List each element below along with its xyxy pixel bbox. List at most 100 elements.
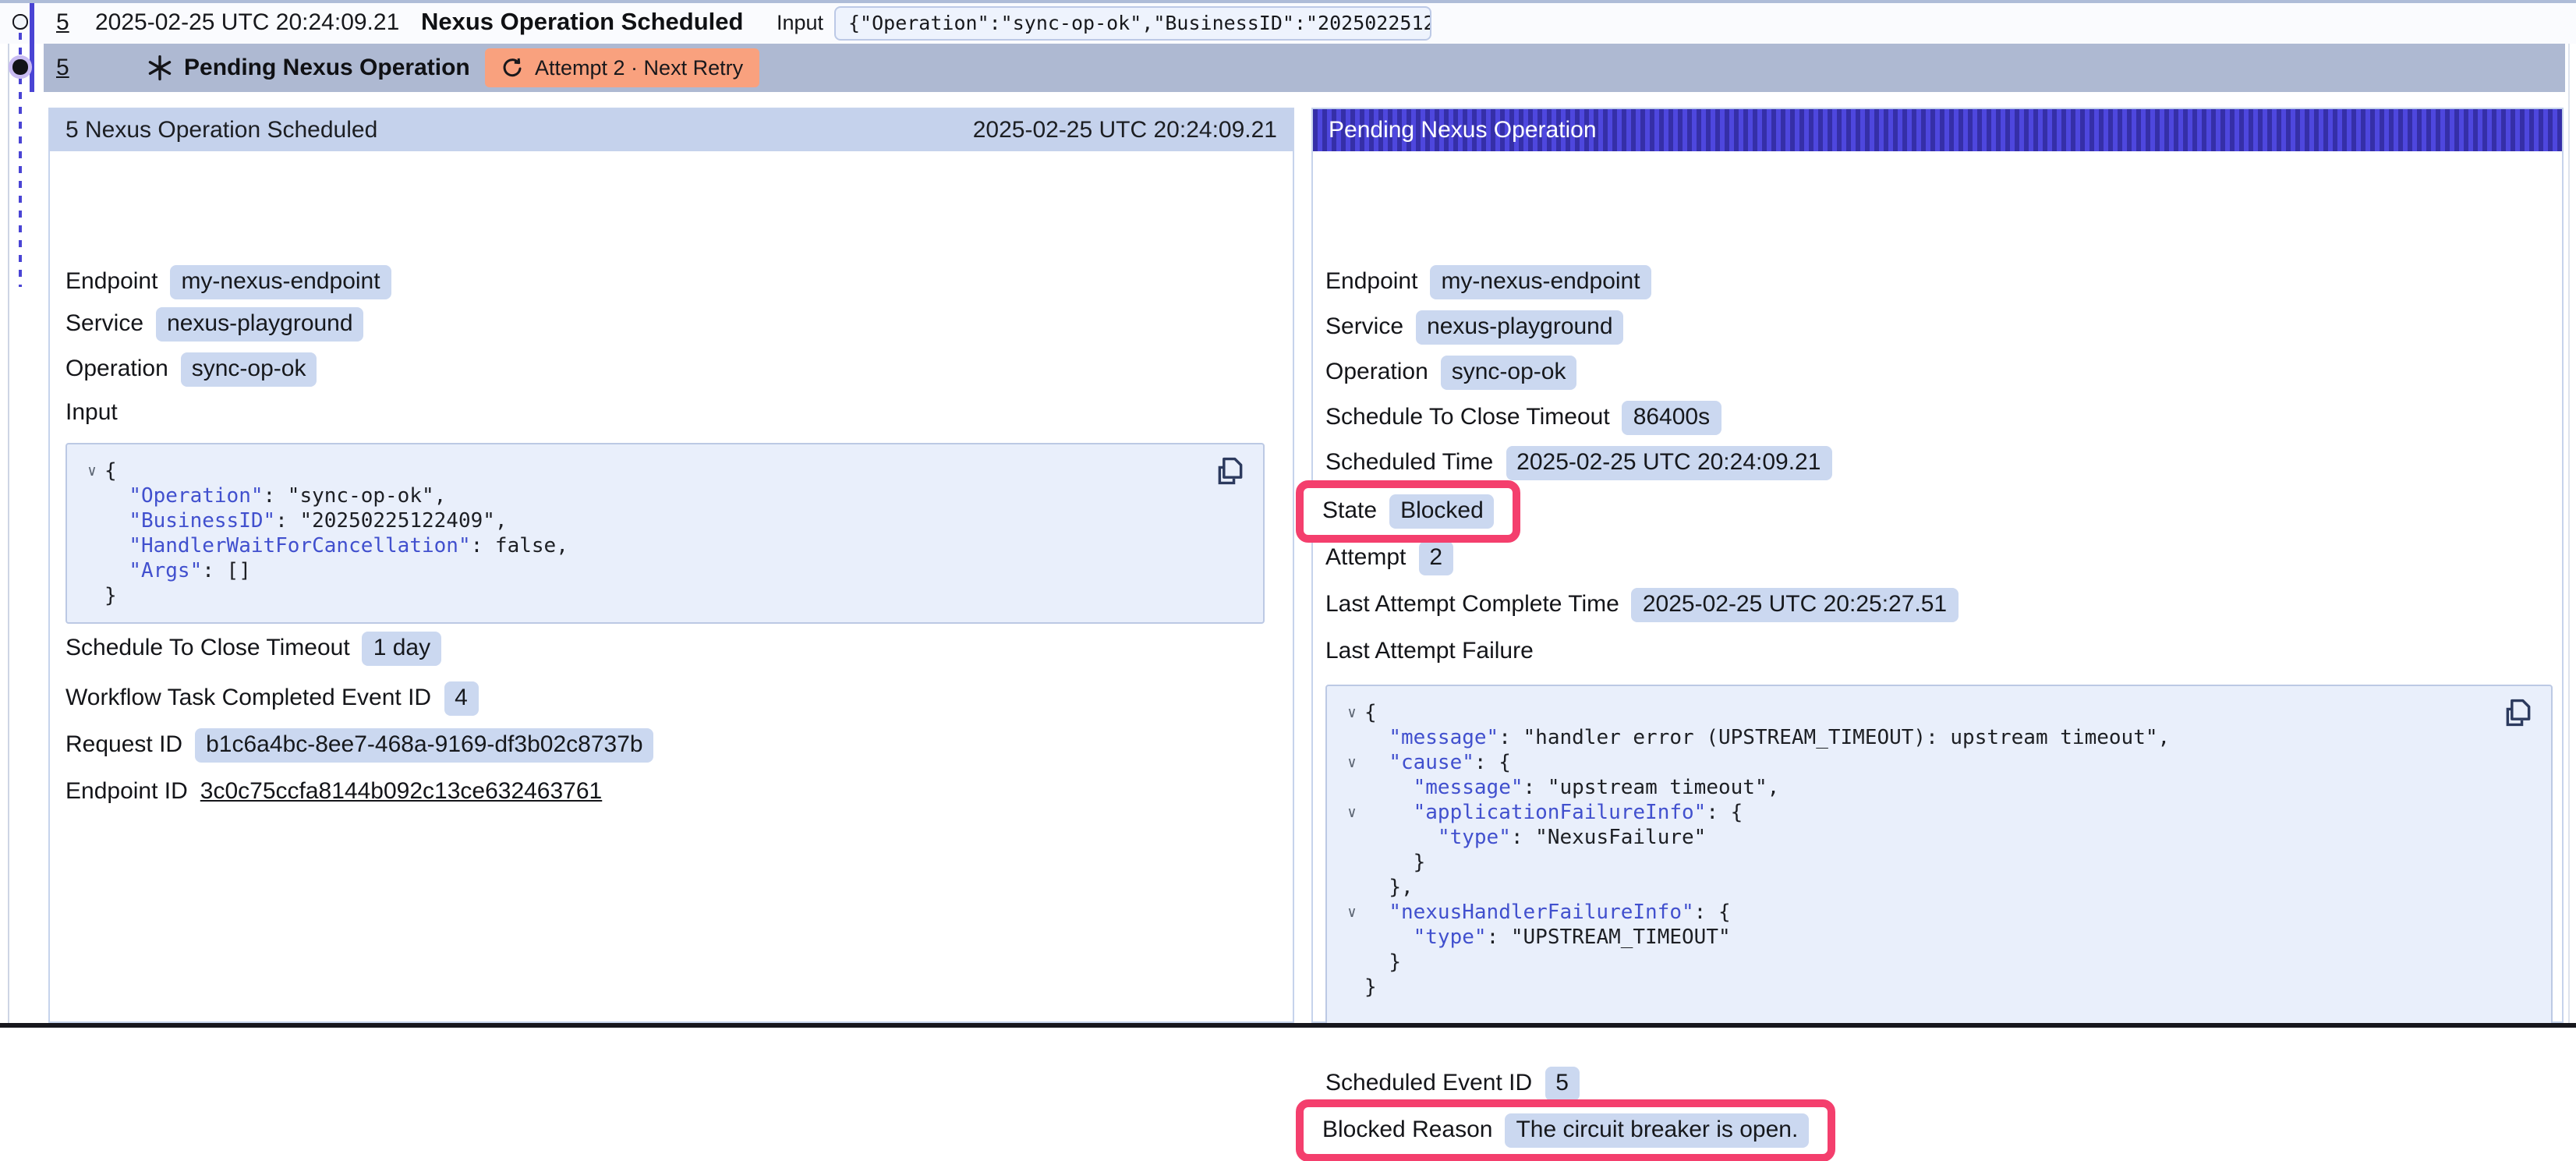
left-panel-title: 5 Nexus Operation Scheduled <box>65 117 377 143</box>
field-value-service: nexus-playground <box>1416 310 1624 344</box>
json-value: }, <box>1389 876 1413 901</box>
json-line: } <box>1339 950 2532 975</box>
json-key: "cause" <box>1389 751 1474 776</box>
json-line: "Args": [] <box>80 559 1244 584</box>
field-label-scheduled-time: Scheduled Time <box>1325 449 1493 476</box>
json-line: } <box>1339 851 2532 876</box>
timeline-left-border <box>7 2 9 1022</box>
json-line: "BusinessID": "20250225122409", <box>80 509 1244 534</box>
field-label-schedule-to-close-timeout: Schedule To Close Timeout <box>65 635 350 661</box>
json-gutter <box>80 534 104 559</box>
json-gutter <box>80 559 104 584</box>
json-key: "applicationFailureInfo" <box>1414 801 1707 826</box>
field-label-operation: Operation <box>65 356 168 382</box>
json-line: } <box>80 584 1244 609</box>
last-attempt-failure-label: Last Attempt Failure <box>1325 634 1534 668</box>
json-line: "message": "upstream timeout", <box>1339 776 2532 801</box>
json-key: "type" <box>1438 826 1511 851</box>
json-gutter <box>1339 851 1364 876</box>
json-gutter <box>1339 975 1364 1000</box>
json-value: : "UPSTREAM_TIMEOUT" <box>1487 926 1731 950</box>
field-label-blocked-reason: Blocked Reason <box>1322 1117 1492 1143</box>
field-row-last-attempt-complete-time: Last Attempt Complete Time2025-02-25 UTC… <box>1325 587 1958 621</box>
timeline-active-bar <box>29 2 34 92</box>
json-line: } <box>1339 975 2532 1000</box>
json-key: "nexusHandlerFailureInfo" <box>1389 901 1693 926</box>
json-line: ∨{ <box>80 459 1244 484</box>
field-label-endpoint: Endpoint <box>65 268 157 295</box>
pending-id: 5 <box>56 43 69 92</box>
field-value-endpoint: my-nexus-endpoint <box>170 264 391 299</box>
field-label-endpoint: Endpoint <box>1325 268 1417 295</box>
json-value: : { <box>1694 901 1731 926</box>
json-gutter <box>80 584 104 609</box>
collapse-chevron-icon[interactable]: ∨ <box>1339 901 1364 926</box>
json-line: ∨ "cause": { <box>1339 751 2532 776</box>
annotation-highlight-blocked-reason: Blocked Reason The circuit breaker is ope… <box>1296 1099 1835 1161</box>
field-row-request-id: Request IDb1c6a4bc-8ee7-468a-9169-df3b02… <box>65 727 654 762</box>
json-gutter <box>1339 826 1364 851</box>
field-value-request-id: b1c6a4bc-8ee7-468a-9169-df3b02c8737b <box>195 727 653 762</box>
timeline-pending-marker-icon <box>12 59 27 74</box>
field-label-attempt: Attempt <box>1325 544 1406 571</box>
json-value: : "NexusFailure" <box>1511 826 1706 851</box>
pending-asterisk-icon <box>147 55 173 81</box>
history-bottom-divider <box>0 1023 2576 1028</box>
copy-json-button[interactable] <box>1210 453 1251 494</box>
json-value: : "handler error (UPSTREAM_TIMEOUT): ups… <box>1499 726 2170 751</box>
collapse-chevron-icon[interactable]: ∨ <box>80 459 104 484</box>
json-value: } <box>1389 950 1401 975</box>
field-row-schedule-to-close-timeout: Schedule To Close Timeout86400s <box>1325 400 1721 434</box>
collapse-chevron-icon[interactable]: ∨ <box>1339 801 1364 826</box>
attempt-retry-badge: Attempt 2 · Next Retry <box>485 48 759 87</box>
input-preview-chip[interactable]: {"Operation":"sync-op-ok","BusinessID":"… <box>834 5 1431 40</box>
event-id-link[interactable]: 5 <box>56 9 69 36</box>
json-line: "type": "NexusFailure" <box>1339 826 2532 851</box>
input-section-label: Input <box>65 395 118 430</box>
field-row-scheduled-event-id: Scheduled Event ID5 <box>1325 1066 1580 1100</box>
event-input-label: Input <box>777 2 823 43</box>
field-value-blocked-reason: The circuit breaker is open. <box>1505 1113 1809 1147</box>
json-line: "message": "handler error (UPSTREAM_TIME… <box>1339 726 2532 751</box>
field-row-endpoint: Endpoint my-nexus-endpoint <box>65 264 391 299</box>
pending-panel-header: Pending Nexus Operation <box>1313 108 2562 151</box>
copy-icon <box>2503 697 2534 728</box>
left-panel-timestamp: 2025-02-25 UTC 20:24:09.21 <box>973 117 1277 143</box>
field-label-last-attempt-complete-time: Last Attempt Complete Time <box>1325 591 1619 618</box>
collapse-chevron-icon[interactable]: ∨ <box>1339 751 1364 776</box>
event-timestamp: 2025-02-25 UTC 20:24:09.21 <box>95 2 399 43</box>
temporal-event-history-view: 5 2025-02-25 UTC 20:24:09.21 Nexus Opera… <box>0 0 2576 1064</box>
field-row-operation: Operationsync-op-ok <box>65 352 317 386</box>
field-row-operation: Operationsync-op-ok <box>1325 355 1576 389</box>
field-value-schedule-to-close-timeout: 86400s <box>1622 400 1721 434</box>
retry-icon <box>501 56 524 80</box>
pending-title: Pending Nexus Operation <box>184 55 470 81</box>
field-value-workflow-task-completed-event-id: 4 <box>444 681 479 715</box>
json-value: : "sync-op-ok", <box>264 484 447 509</box>
pending-id-link[interactable]: 5 <box>56 55 69 81</box>
field-row-blocked-reason: Blocked Reason The circuit breaker is ope… <box>1322 1113 1809 1147</box>
failure-json-viewer: ∨{ "message": "handler error (UPSTREAM_T… <box>1325 684 2553 1027</box>
json-gutter <box>1339 950 1364 975</box>
copy-json-button[interactable] <box>2498 695 2539 735</box>
json-line: "type": "UPSTREAM_TIMEOUT" <box>1339 926 2532 950</box>
collapse-chevron-icon[interactable]: ∨ <box>1339 701 1364 726</box>
json-key: "Operation" <box>129 484 263 509</box>
json-value: } <box>1364 975 1377 1000</box>
field-value-scheduled-event-id: 5 <box>1545 1066 1580 1100</box>
field-value-endpoint: my-nexus-endpoint <box>1430 264 1651 299</box>
pending-title-wrap: Pending Nexus Operation <box>184 43 470 92</box>
event-row-content: 5 <box>56 2 69 43</box>
json-key: "HandlerWaitForCancellation" <box>129 534 470 559</box>
field-value-attempt: 2 <box>1418 540 1453 575</box>
field-row-service: Servicenexus-playground <box>1325 310 1624 344</box>
pending-asterisk <box>147 43 173 92</box>
scrollbar-gutter[interactable] <box>2568 2 2570 1022</box>
json-line: ∨ "nexusHandlerFailureInfo": { <box>1339 901 2532 926</box>
field-value-endpoint-id[interactable]: 3c0c75ccfa8144b092c13ce632463761 <box>200 778 602 805</box>
json-value: { <box>104 459 117 484</box>
field-row-state: StateBlocked <box>1322 494 1495 528</box>
json-line: ∨{ <box>1339 701 2532 726</box>
field-value-scheduled-time: 2025-02-25 UTC 20:24:09.21 <box>1506 445 1831 480</box>
event-input-preview: {"Operation":"sync-op-ok","BusinessID":"… <box>834 4 1431 41</box>
